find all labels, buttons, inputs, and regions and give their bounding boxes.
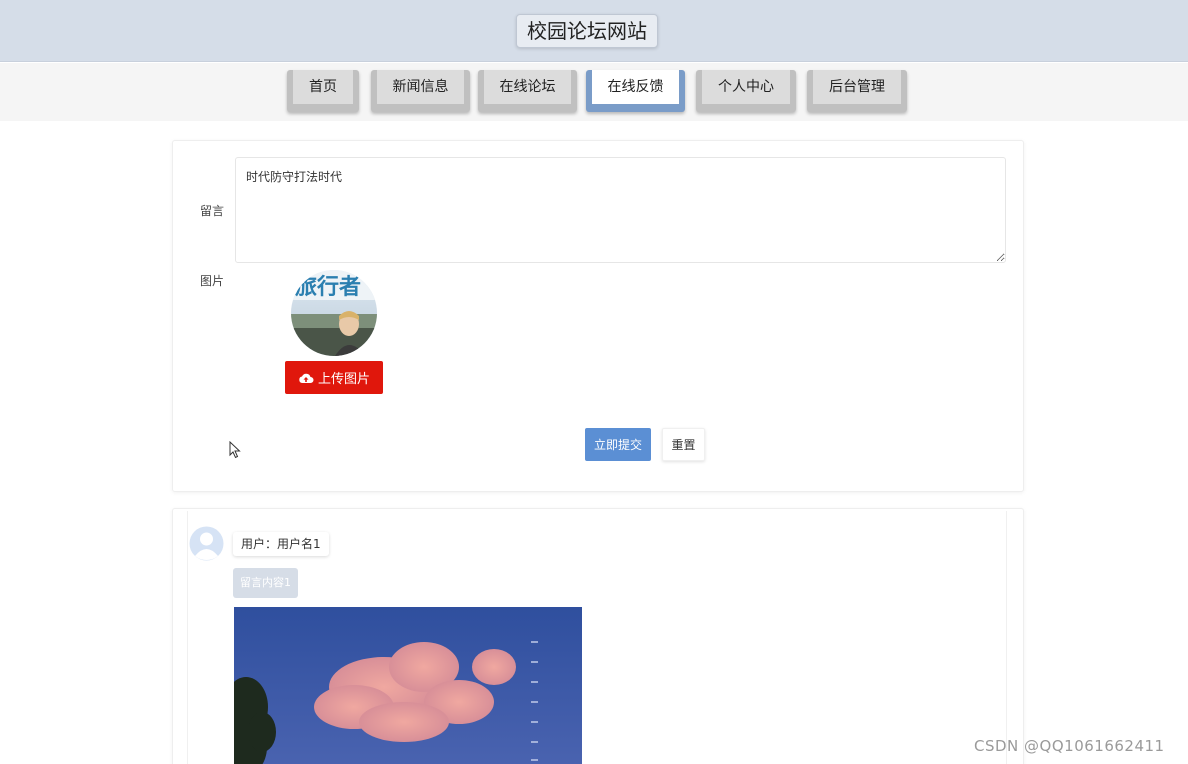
csdn-watermark: CSDN @QQ1061662411 xyxy=(974,737,1165,755)
nav-tab-label: 个人中心 xyxy=(702,70,790,104)
nav-tab-personal-center[interactable]: 个人中心 xyxy=(696,70,796,112)
nav-tab-news[interactable]: 新闻信息 xyxy=(371,70,470,112)
nav-tab-label: 新闻信息 xyxy=(377,70,464,104)
message-textarea[interactable]: 时代防守打法时代 xyxy=(235,157,1006,263)
header-bar: 校园论坛网站 xyxy=(0,0,1188,62)
nav-tab-label: 在线论坛 xyxy=(484,70,571,104)
nav-tab-label: 首页 xyxy=(293,70,353,104)
comment-content: 留言内容1 xyxy=(233,568,298,598)
comment-user: 用户：用户名1 xyxy=(233,532,329,556)
mouse-pointer-icon xyxy=(229,440,241,463)
preview-photo: 旅行者 xyxy=(291,270,377,356)
nav-tab-home[interactable]: 首页 xyxy=(287,70,359,112)
upload-image-button[interactable]: 上传图片 xyxy=(285,361,383,394)
comment-image xyxy=(234,607,582,764)
nav-tab-label: 在线反馈 xyxy=(592,70,679,104)
upload-button-label: 上传图片 xyxy=(317,372,370,387)
cloud-upload-icon xyxy=(299,373,314,383)
nav-tab-feedback[interactable]: 在线反馈 xyxy=(586,70,685,112)
user-avatar-icon xyxy=(189,526,224,561)
image-label: 图片 xyxy=(200,274,225,288)
nav-tab-label: 后台管理 xyxy=(813,70,901,104)
submit-button[interactable]: 立即提交 xyxy=(585,428,651,461)
image-preview: 旅行者 xyxy=(291,270,377,356)
nav-tab-admin[interactable]: 后台管理 xyxy=(807,70,907,112)
message-label: 留言 xyxy=(200,204,225,218)
site-title: 校园论坛网站 xyxy=(516,14,658,48)
reset-button[interactable]: 重置 xyxy=(662,428,705,461)
nav-tab-forum[interactable]: 在线论坛 xyxy=(478,70,577,112)
